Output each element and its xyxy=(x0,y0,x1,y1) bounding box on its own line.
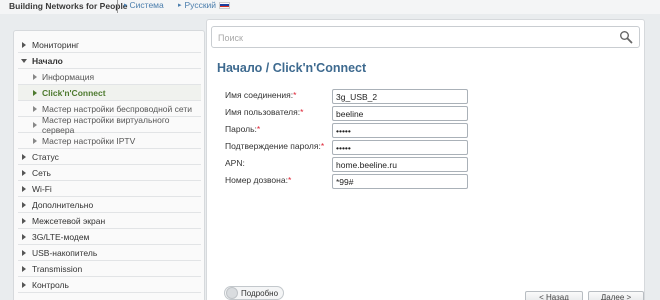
arrow-right-icon xyxy=(33,90,37,96)
field-label-text: Подтверждение пароля: xyxy=(225,141,321,151)
system-menu-link[interactable]: ▸ Система xyxy=(124,0,164,10)
russian-flag-icon xyxy=(219,1,231,9)
required-mark: * xyxy=(287,175,292,185)
expand-arrow-icon xyxy=(22,250,26,256)
field-label: Номер дозвона:* xyxy=(225,175,291,185)
sidebar-item-usb-storage[interactable]: USB-накопитель xyxy=(18,245,201,261)
sidebar-item-label: Click'n'Connect xyxy=(42,87,106,98)
field-label-text: Пароль: xyxy=(225,124,257,134)
main-panel: Начало / Click'n'Connect Имя соединения:… xyxy=(206,19,645,300)
sidebar-item-3g-lte-modem[interactable]: 3G/LTE-модем xyxy=(18,229,201,245)
arrow-right-icon xyxy=(33,106,37,112)
search-box xyxy=(211,26,640,48)
field-label: Подтверждение пароля:* xyxy=(225,141,324,151)
required-mark: * xyxy=(256,124,261,134)
sidebar-item-label: Мастер настройки беспроводной сети xyxy=(42,103,192,114)
expand-arrow-icon xyxy=(22,282,26,288)
sidebar-item-label: USB-накопитель xyxy=(32,247,98,258)
password-confirm-field[interactable] xyxy=(332,140,468,155)
expand-arrow-icon xyxy=(22,266,26,272)
sidebar-item-monitoring[interactable]: Мониторинг xyxy=(18,37,201,53)
field-label-text: APN: xyxy=(225,158,245,168)
expand-arrow-icon xyxy=(22,202,26,208)
header-divider xyxy=(117,0,118,13)
sidebar-item-label: Transmission xyxy=(32,263,83,274)
search-input[interactable] xyxy=(218,31,598,44)
sidebar-item-label: Статус xyxy=(32,151,59,162)
sidebar-subitem-iptv-wizard[interactable]: Мастер настройки IPTV xyxy=(18,133,201,149)
arrow-right-icon xyxy=(33,122,37,128)
expand-arrow-icon xyxy=(22,234,26,240)
required-mark: * xyxy=(320,141,325,151)
brand-tagline: Building Networks for People xyxy=(9,1,128,11)
dial-number-field[interactable] xyxy=(332,174,468,189)
sidebar-item-label: Мастер настройки IPTV xyxy=(42,135,136,146)
language-label: Русский xyxy=(184,0,217,10)
arrow-right-icon: ▸ xyxy=(178,2,182,9)
field-label-text: Имя пользователя: xyxy=(225,107,301,117)
arrow-right-icon xyxy=(33,138,37,144)
sidebar-item-label: Сеть xyxy=(32,167,51,178)
expand-arrow-icon xyxy=(22,186,26,192)
system-menu-label: Система xyxy=(129,0,164,10)
connection-name-field[interactable] xyxy=(332,89,468,104)
expand-arrow-icon xyxy=(22,154,26,160)
username-field[interactable] xyxy=(332,106,468,121)
sidebar-item-network[interactable]: Сеть xyxy=(18,165,201,181)
language-menu-link[interactable]: ▸ Русский xyxy=(178,0,231,10)
sidebar-item-label: Межсетевой экран xyxy=(32,215,106,226)
collapse-arrow-icon xyxy=(21,59,27,63)
sidebar-nav: Мониторинг Начало Информация Click'n'Con… xyxy=(13,30,205,300)
arrow-right-icon: ▸ xyxy=(124,2,128,9)
sidebar-item-label: Мастер настройки виртуального сервера xyxy=(42,114,170,135)
field-label: Имя пользователя:* xyxy=(225,107,303,117)
field-label-text: Имя соединения: xyxy=(225,90,294,100)
sidebar-item-label: Информация xyxy=(42,71,95,82)
field-label: Имя соединения:* xyxy=(225,90,296,100)
sidebar-item-status[interactable]: Статус xyxy=(18,149,201,165)
sidebar-item-start[interactable]: Начало xyxy=(18,53,201,69)
sidebar-item-label: Мониторинг xyxy=(32,39,80,50)
required-mark: * xyxy=(293,90,297,100)
sidebar-item-label: Wi-Fi xyxy=(32,183,52,194)
sidebar-subitem-information[interactable]: Информация xyxy=(18,69,201,85)
sidebar-item-label: Начало xyxy=(32,55,63,66)
apn-field[interactable] xyxy=(332,157,468,172)
back-button[interactable]: < Назад xyxy=(525,291,583,300)
sidebar-item-firewall[interactable]: Межсетевой экран xyxy=(18,213,201,229)
search-icon[interactable] xyxy=(619,30,633,44)
field-label: Пароль:* xyxy=(225,124,260,134)
toggle-knob xyxy=(226,287,238,299)
sidebar-subitem-virtual-server-wizard[interactable]: Мастер настройки виртуального сервера xyxy=(18,114,201,135)
expand-arrow-icon xyxy=(22,170,26,176)
top-bar: Building Networks for People ▸ Система ▸… xyxy=(0,0,660,14)
sidebar-item-transmission[interactable]: Transmission xyxy=(18,261,201,277)
page-title: Начало / Click'n'Connect xyxy=(217,61,367,75)
expand-arrow-icon xyxy=(22,218,26,224)
details-toggle-label: Подробно xyxy=(241,288,279,298)
sidebar-item-label: Дополнительно xyxy=(32,199,94,210)
sidebar-item-control[interactable]: Контроль xyxy=(18,277,201,293)
sidebar-item-wifi[interactable]: Wi-Fi xyxy=(18,181,201,197)
arrow-right-icon xyxy=(33,74,37,80)
field-label-text: Номер дозвона: xyxy=(225,175,288,185)
sidebar-item-label: Контроль xyxy=(32,279,69,290)
sidebar-item-label: 3G/LTE-модем xyxy=(32,231,90,242)
next-button[interactable]: Далее > xyxy=(588,291,644,300)
field-label: APN: xyxy=(225,158,245,168)
details-toggle[interactable]: Подробно xyxy=(224,286,284,300)
sidebar-item-advanced[interactable]: Дополнительно xyxy=(18,197,201,213)
sidebar-subitem-clickn-connect[interactable]: Click'n'Connect xyxy=(18,85,201,101)
expand-arrow-icon xyxy=(22,42,26,48)
password-field[interactable] xyxy=(332,123,468,138)
required-mark: * xyxy=(300,107,304,117)
